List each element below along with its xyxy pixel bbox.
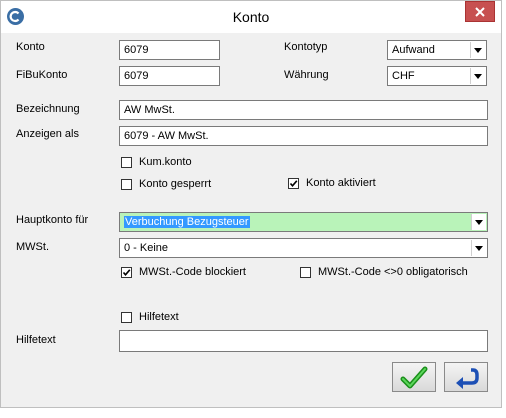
kontotyp-label: Kontotyp xyxy=(284,41,328,53)
gesperrt-checkbox[interactable] xyxy=(121,178,132,190)
mwst-obligatorisch-label: MWSt.-Code <>0 obligatorisch xyxy=(318,266,468,278)
anzeigen-label: Anzeigen als xyxy=(16,128,79,140)
hilfetext-input[interactable] xyxy=(119,330,488,352)
konto-label: Konto xyxy=(16,41,45,53)
close-icon xyxy=(475,7,485,17)
checkmark-icon xyxy=(122,268,131,276)
hilfetext-checkbox[interactable] xyxy=(121,311,132,323)
bezeichnung-input[interactable]: AW MwSt. xyxy=(119,100,488,120)
gesperrt-label: Konto gesperrt xyxy=(139,178,212,190)
aktiviert-checkbox-row[interactable]: Konto aktiviert xyxy=(288,177,376,189)
gesperrt-checkbox-row[interactable]: Konto gesperrt xyxy=(121,178,211,190)
return-arrow-icon xyxy=(456,368,479,389)
chevron-down-icon[interactable] xyxy=(470,68,485,84)
mwst-select[interactable]: 0 - Keine xyxy=(119,238,488,258)
waehrung-select[interactable]: CHF xyxy=(387,66,487,86)
kumkonto-checkbox[interactable] xyxy=(121,156,132,168)
title-bar: Konto xyxy=(1,1,501,33)
konto-input[interactable]: 6079 xyxy=(119,40,220,60)
kontotyp-value: Aufwand xyxy=(392,44,435,56)
ok-button[interactable] xyxy=(392,362,436,392)
hauptkonto-value: Verbuchung Bezugsteuer xyxy=(124,216,250,228)
konto-dialog: Konto Konto 6079 Kontotyp Aufwand FiBuKo… xyxy=(0,0,502,408)
hilfetext-checkbox-label: Hilfetext xyxy=(139,311,179,323)
mwst-value: 0 - Keine xyxy=(124,242,169,254)
fibukonto-input[interactable]: 6079 xyxy=(119,66,220,86)
window-edge xyxy=(502,0,506,418)
hauptkonto-label: Hauptkonto für xyxy=(16,214,89,226)
kontotyp-select[interactable]: Aufwand xyxy=(387,40,487,60)
window-edge-bottom xyxy=(0,408,506,418)
mwst-obligatorisch-row[interactable]: MWSt.-Code <>0 obligatorisch xyxy=(300,266,468,278)
mwst-blockiert-label: MWSt.-Code blockiert xyxy=(139,266,246,278)
close-button[interactable] xyxy=(465,1,495,22)
waehrung-label: Währung xyxy=(284,69,329,81)
hilfetext-label: Hilfetext xyxy=(16,334,56,346)
window-title: Konto xyxy=(232,9,270,25)
chevron-down-icon[interactable] xyxy=(471,214,486,230)
waehrung-value: CHF xyxy=(392,70,415,82)
checkmark-icon xyxy=(400,366,428,389)
mwst-blockiert-checkbox[interactable] xyxy=(121,266,132,278)
bezeichnung-label: Bezeichnung xyxy=(16,103,80,115)
back-button[interactable] xyxy=(444,362,488,392)
kumkonto-label: Kum.konto xyxy=(139,156,192,168)
fibukonto-label: FiBuKonto xyxy=(16,69,68,81)
hauptkonto-select[interactable]: Verbuchung Bezugsteuer xyxy=(119,212,488,232)
chevron-down-icon[interactable] xyxy=(470,42,485,58)
aktiviert-label: Konto aktiviert xyxy=(306,177,376,189)
kumkonto-checkbox-row[interactable]: Kum.konto xyxy=(121,156,192,168)
mwst-label: MWSt. xyxy=(16,241,49,253)
checkmark-icon xyxy=(289,179,298,187)
hilfetext-checkbox-row[interactable]: Hilfetext xyxy=(121,311,179,323)
mwst-blockiert-row[interactable]: MWSt.-Code blockiert xyxy=(121,266,246,278)
chevron-down-icon[interactable] xyxy=(471,240,486,256)
mwst-obligatorisch-checkbox[interactable] xyxy=(300,266,311,278)
anzeigen-input[interactable]: 6079 - AW MwSt. xyxy=(119,126,488,146)
aktiviert-checkbox[interactable] xyxy=(288,177,299,189)
